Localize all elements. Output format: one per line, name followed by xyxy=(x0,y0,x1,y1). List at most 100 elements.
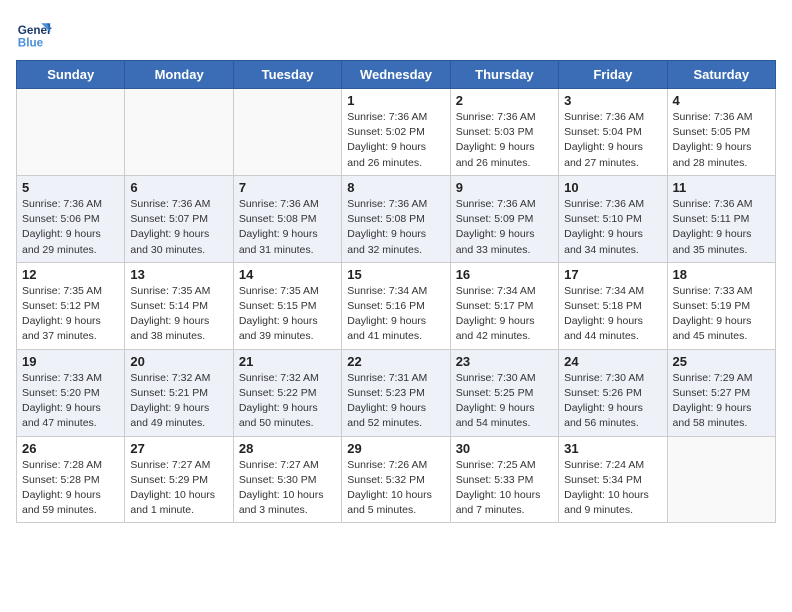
calendar-week-row: 19 Sunrise: 7:33 AM Sunset: 5:20 PM Dayli… xyxy=(17,349,776,436)
calendar-day-cell: 29Sunrise: 7:26 AM Sunset: 5:32 PM Dayli… xyxy=(342,436,450,523)
calendar-day-cell: 20 Sunrise: 7:32 AM Sunset: 5:21 PM Dayli… xyxy=(125,349,233,436)
calendar-day-cell: 19 Sunrise: 7:33 AM Sunset: 5:20 PM Dayli… xyxy=(17,349,125,436)
calendar-week-row: 12 Sunrise: 7:35 AM Sunset: 5:12 PM Dayli… xyxy=(17,262,776,349)
day-info: Sunrise: 7:36 AM Sunset: 5:10 PM Dayligh… xyxy=(564,197,661,258)
day-number: 9 xyxy=(456,180,553,195)
day-info: Sunrise: 7:36 AM Sunset: 5:04 PM Dayligh… xyxy=(564,110,661,171)
day-number: 10 xyxy=(564,180,661,195)
day-number: 23 xyxy=(456,354,553,369)
calendar-day-cell: 13 Sunrise: 7:35 AM Sunset: 5:14 PM Dayli… xyxy=(125,262,233,349)
day-number: 12 xyxy=(22,267,119,282)
calendar-day-cell: 6Sunrise: 7:36 AM Sunset: 5:07 PM Daylig… xyxy=(125,175,233,262)
day-number: 28 xyxy=(239,441,336,456)
day-info: Sunrise: 7:29 AM Sunset: 5:27 PM Dayligh… xyxy=(673,371,770,432)
day-info: Sunrise: 7:36 AM Sunset: 5:11 PM Dayligh… xyxy=(673,197,770,258)
day-info: Sunrise: 7:33 AM Sunset: 5:19 PM Dayligh… xyxy=(673,284,770,345)
day-number: 20 xyxy=(130,354,227,369)
calendar-week-row: 5Sunrise: 7:36 AM Sunset: 5:06 PM Daylig… xyxy=(17,175,776,262)
calendar-day-cell: 15 Sunrise: 7:34 AM Sunset: 5:16 PM Dayli… xyxy=(342,262,450,349)
weekday-header-cell: Saturday xyxy=(667,61,775,89)
day-info: Sunrise: 7:35 AM Sunset: 5:12 PM Dayligh… xyxy=(22,284,119,345)
calendar-day-cell: 21 Sunrise: 7:32 AM Sunset: 5:22 PM Dayli… xyxy=(233,349,341,436)
calendar-day-cell: 7 Sunrise: 7:36 AM Sunset: 5:08 PM Daylig… xyxy=(233,175,341,262)
calendar-day-cell: 26Sunrise: 7:28 AM Sunset: 5:28 PM Dayli… xyxy=(17,436,125,523)
day-number: 16 xyxy=(456,267,553,282)
day-info: Sunrise: 7:36 AM Sunset: 5:08 PM Dayligh… xyxy=(347,197,444,258)
day-number: 4 xyxy=(673,93,770,108)
day-info: Sunrise: 7:35 AM Sunset: 5:15 PM Dayligh… xyxy=(239,284,336,345)
calendar-day-cell xyxy=(233,89,341,176)
calendar-day-cell: 24 Sunrise: 7:30 AM Sunset: 5:26 PM Dayli… xyxy=(559,349,667,436)
weekday-header-cell: Monday xyxy=(125,61,233,89)
day-number: 1 xyxy=(347,93,444,108)
svg-text:Blue: Blue xyxy=(18,37,44,50)
calendar-week-row: 26Sunrise: 7:28 AM Sunset: 5:28 PM Dayli… xyxy=(17,436,776,523)
calendar-table: SundayMondayTuesdayWednesdayThursdayFrid… xyxy=(16,60,776,523)
day-info: Sunrise: 7:36 AM Sunset: 5:08 PM Dayligh… xyxy=(239,197,336,258)
calendar-day-cell xyxy=(17,89,125,176)
day-info: Sunrise: 7:34 AM Sunset: 5:17 PM Dayligh… xyxy=(456,284,553,345)
day-number: 26 xyxy=(22,441,119,456)
day-info: Sunrise: 7:36 AM Sunset: 5:09 PM Dayligh… xyxy=(456,197,553,258)
weekday-header-cell: Wednesday xyxy=(342,61,450,89)
day-info: Sunrise: 7:33 AM Sunset: 5:20 PM Dayligh… xyxy=(22,371,119,432)
weekday-header-cell: Sunday xyxy=(17,61,125,89)
day-number: 6 xyxy=(130,180,227,195)
day-info: Sunrise: 7:31 AM Sunset: 5:23 PM Dayligh… xyxy=(347,371,444,432)
day-info: Sunrise: 7:36 AM Sunset: 5:05 PM Dayligh… xyxy=(673,110,770,171)
calendar-day-cell: 22 Sunrise: 7:31 AM Sunset: 5:23 PM Dayli… xyxy=(342,349,450,436)
calendar-day-cell: 12 Sunrise: 7:35 AM Sunset: 5:12 PM Dayli… xyxy=(17,262,125,349)
day-info: Sunrise: 7:36 AM Sunset: 5:06 PM Dayligh… xyxy=(22,197,119,258)
calendar-day-cell: 27 Sunrise: 7:27 AM Sunset: 5:29 PM Dayli… xyxy=(125,436,233,523)
day-number: 29 xyxy=(347,441,444,456)
day-number: 22 xyxy=(347,354,444,369)
calendar-day-cell: 18 Sunrise: 7:33 AM Sunset: 5:19 PM Dayli… xyxy=(667,262,775,349)
day-number: 21 xyxy=(239,354,336,369)
weekday-header-row: SundayMondayTuesdayWednesdayThursdayFrid… xyxy=(17,61,776,89)
calendar-day-cell: 23 Sunrise: 7:30 AM Sunset: 5:25 PM Dayli… xyxy=(450,349,558,436)
day-number: 8 xyxy=(347,180,444,195)
day-info: Sunrise: 7:24 AM Sunset: 5:34 PM Dayligh… xyxy=(564,458,661,519)
calendar-body: 1 Sunrise: 7:36 AM Sunset: 5:02 PM Daylig… xyxy=(17,89,776,523)
day-number: 14 xyxy=(239,267,336,282)
calendar-day-cell: 17Sunrise: 7:34 AM Sunset: 5:18 PM Dayli… xyxy=(559,262,667,349)
calendar-day-cell: 4 Sunrise: 7:36 AM Sunset: 5:05 PM Daylig… xyxy=(667,89,775,176)
weekday-header-cell: Thursday xyxy=(450,61,558,89)
day-info: Sunrise: 7:32 AM Sunset: 5:22 PM Dayligh… xyxy=(239,371,336,432)
day-number: 7 xyxy=(239,180,336,195)
day-number: 13 xyxy=(130,267,227,282)
calendar-day-cell: 9 Sunrise: 7:36 AM Sunset: 5:09 PM Daylig… xyxy=(450,175,558,262)
calendar-day-cell xyxy=(125,89,233,176)
calendar-day-cell: 3 Sunrise: 7:36 AM Sunset: 5:04 PM Daylig… xyxy=(559,89,667,176)
calendar-day-cell: 2 Sunrise: 7:36 AM Sunset: 5:03 PM Daylig… xyxy=(450,89,558,176)
day-info: Sunrise: 7:27 AM Sunset: 5:30 PM Dayligh… xyxy=(239,458,336,519)
day-number: 3 xyxy=(564,93,661,108)
day-number: 15 xyxy=(347,267,444,282)
day-number: 27 xyxy=(130,441,227,456)
calendar-day-cell: 28 Sunrise: 7:27 AM Sunset: 5:30 PM Dayli… xyxy=(233,436,341,523)
day-number: 18 xyxy=(673,267,770,282)
day-number: 2 xyxy=(456,93,553,108)
day-info: Sunrise: 7:35 AM Sunset: 5:14 PM Dayligh… xyxy=(130,284,227,345)
calendar-day-cell: 8 Sunrise: 7:36 AM Sunset: 5:08 PM Daylig… xyxy=(342,175,450,262)
day-info: Sunrise: 7:27 AM Sunset: 5:29 PM Dayligh… xyxy=(130,458,227,519)
day-info: Sunrise: 7:34 AM Sunset: 5:16 PM Dayligh… xyxy=(347,284,444,345)
logo-icon: General Blue xyxy=(16,16,52,52)
day-number: 11 xyxy=(673,180,770,195)
calendar-week-row: 1 Sunrise: 7:36 AM Sunset: 5:02 PM Daylig… xyxy=(17,89,776,176)
day-number: 25 xyxy=(673,354,770,369)
calendar-day-cell: 11 Sunrise: 7:36 AM Sunset: 5:11 PM Dayli… xyxy=(667,175,775,262)
day-info: Sunrise: 7:36 AM Sunset: 5:02 PM Dayligh… xyxy=(347,110,444,171)
calendar-day-cell: 30Sunrise: 7:25 AM Sunset: 5:33 PM Dayli… xyxy=(450,436,558,523)
day-number: 19 xyxy=(22,354,119,369)
calendar-day-cell: 1 Sunrise: 7:36 AM Sunset: 5:02 PM Daylig… xyxy=(342,89,450,176)
day-info: Sunrise: 7:36 AM Sunset: 5:03 PM Dayligh… xyxy=(456,110,553,171)
calendar-day-cell: 25 Sunrise: 7:29 AM Sunset: 5:27 PM Dayli… xyxy=(667,349,775,436)
calendar-day-cell: 14 Sunrise: 7:35 AM Sunset: 5:15 PM Dayli… xyxy=(233,262,341,349)
weekday-header-cell: Tuesday xyxy=(233,61,341,89)
day-info: Sunrise: 7:25 AM Sunset: 5:33 PM Dayligh… xyxy=(456,458,553,519)
day-number: 24 xyxy=(564,354,661,369)
day-info: Sunrise: 7:32 AM Sunset: 5:21 PM Dayligh… xyxy=(130,371,227,432)
day-info: Sunrise: 7:30 AM Sunset: 5:25 PM Dayligh… xyxy=(456,371,553,432)
day-info: Sunrise: 7:30 AM Sunset: 5:26 PM Dayligh… xyxy=(564,371,661,432)
